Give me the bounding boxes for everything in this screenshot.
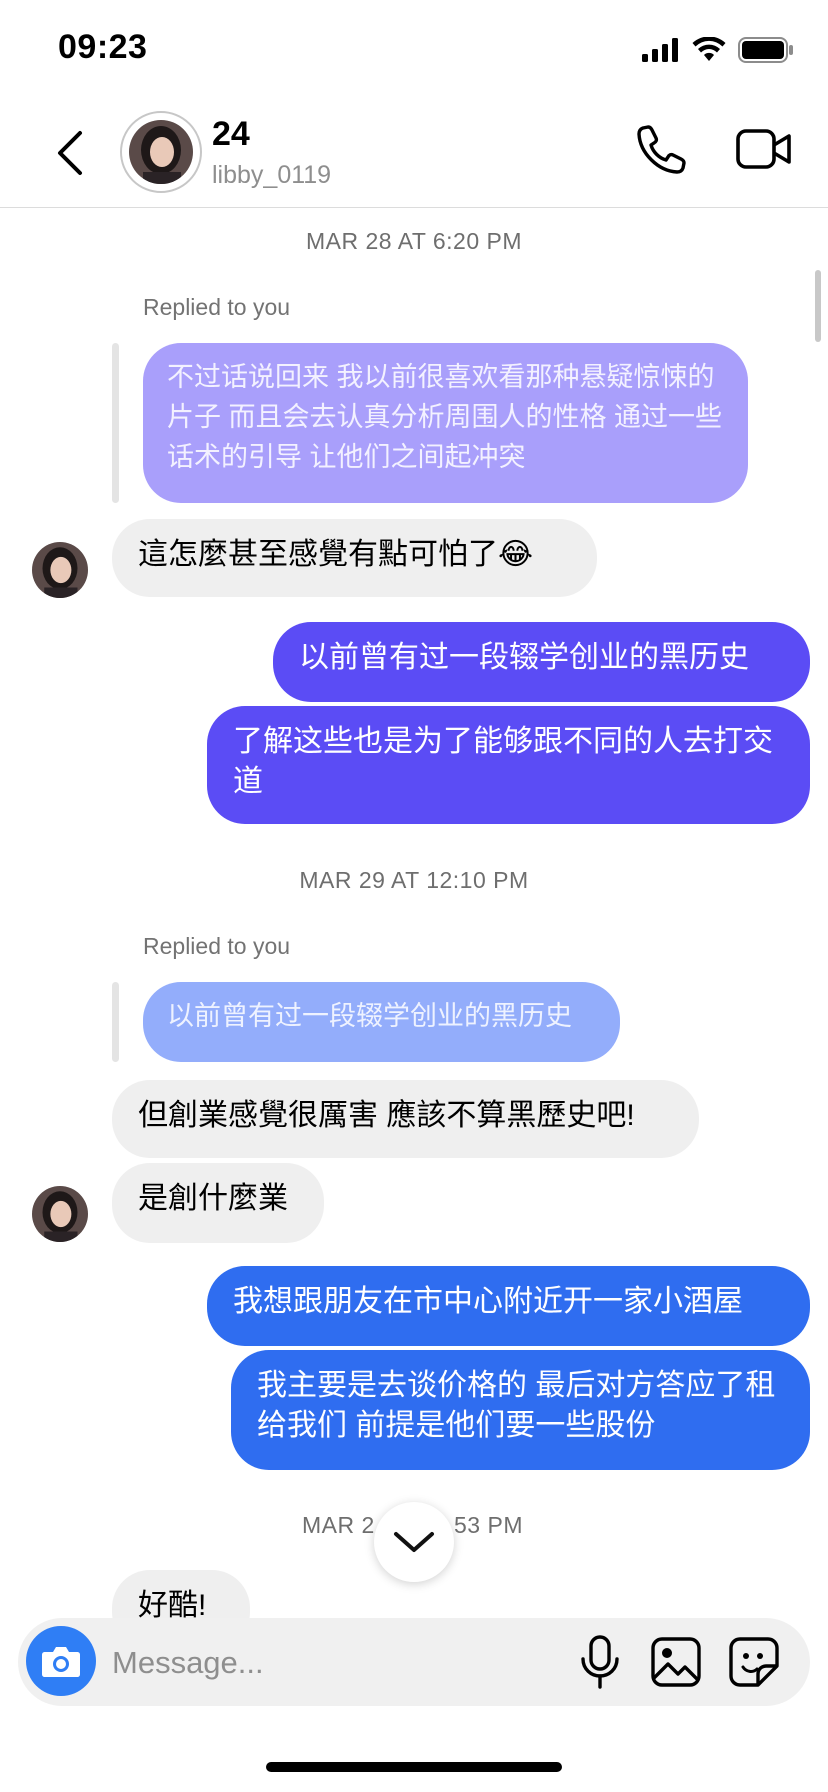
message-composer (18, 1618, 810, 1706)
timestamp-partial-left: MAR 2 (302, 1512, 375, 1538)
message-input[interactable] (110, 1634, 514, 1692)
reply-bar (112, 343, 119, 503)
contact-name[interactable]: 24 (212, 115, 250, 154)
outgoing-message[interactable]: 了解这些也是为了能够跟不同的人去打交道 (207, 706, 810, 824)
header-avatar[interactable] (120, 111, 202, 193)
outgoing-message[interactable]: 我想跟朋友在市中心附近开一家小酒屋 (207, 1266, 810, 1346)
timestamp: MAR 28 AT 6:20 PM (305, 228, 523, 254)
sender-avatar[interactable] (32, 542, 88, 598)
avatar-photo (129, 120, 193, 184)
scroll-to-bottom-button[interactable] (374, 1502, 454, 1582)
outgoing-message[interactable]: 我主要是去谈价格的 最后对方答应了租给我们 前提是他们要一些股份 (231, 1350, 810, 1470)
chevron-down-icon (394, 1532, 434, 1552)
reply-bar (112, 982, 119, 1062)
incoming-message[interactable]: 這怎麼甚至感覺有點可怕了😂 (112, 519, 597, 597)
back-arrow-icon[interactable] (50, 125, 90, 181)
chat-header: 24 libby_0119 (0, 95, 828, 208)
microphone-icon[interactable] (576, 1634, 624, 1690)
replied-message-quote[interactable]: 不过话说回来 我以前很喜欢看那种悬疑惊悚的片子 而且会去认真分析周围人的性格 通… (143, 343, 748, 503)
gallery-icon[interactable] (650, 1636, 702, 1688)
home-indicator (266, 1762, 562, 1772)
incoming-message[interactable]: 是創什麼業 (112, 1163, 324, 1243)
signal-icon (642, 38, 678, 62)
contact-username[interactable]: libby_0119 (212, 161, 331, 190)
incoming-message[interactable]: 但創業感覺很厲害 應該不算黑歷史吧! (112, 1080, 699, 1158)
status-icons (642, 32, 794, 68)
replied-message-quote[interactable]: 以前曾有过一段辍学创业的黑历史 (143, 982, 620, 1062)
video-camera-icon[interactable] (736, 125, 792, 173)
sender-avatar[interactable] (32, 1186, 88, 1242)
battery-icon (738, 37, 793, 63)
outgoing-message[interactable]: 以前曾有过一段辍学创业的黑历史 (273, 622, 810, 702)
status-time: 09:23 (58, 28, 148, 66)
timestamp: MAR 29 AT 12:10 PM (299, 867, 529, 893)
timestamp-partial-right: 53 PM (454, 1512, 523, 1538)
wifi-icon (692, 37, 726, 61)
camera-icon (42, 1647, 80, 1677)
camera-button[interactable] (26, 1626, 96, 1696)
scrollbar[interactable] (815, 270, 821, 342)
reply-label: Replied to you (143, 294, 291, 320)
phone-icon[interactable] (636, 123, 688, 175)
sticker-icon[interactable] (728, 1636, 780, 1688)
reply-label: Replied to you (143, 933, 291, 959)
